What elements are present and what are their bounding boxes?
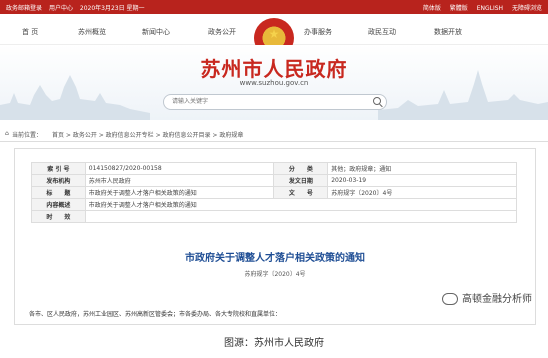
nav-public-affairs[interactable]: 政务公开 [208,27,236,37]
summary-value: 市政府关于调整人才落户相关政策的通知 [84,198,518,211]
table-row: 内容概述 市政府关于调整人才落户相关政策的通知 [31,198,518,211]
nav-services[interactable]: 办事服务 [304,27,332,37]
mail-login-link[interactable]: 政务邮箱登录 [6,5,42,12]
header-banner: 苏州市人民政府 www.suzhou.gov.cn [0,45,548,120]
metadata-table: 索 引 号 014150827/2020-00158 分 类 其他；政府规章；通… [31,162,518,223]
title-key: 标 题 [31,186,86,199]
document-number: 苏府规字〔2020〕4号 [244,271,306,278]
title-value: 市政府关于调整人才落户相关政策的通知 [84,186,275,199]
divider [0,141,548,142]
nav-overview[interactable]: 苏州概览 [78,27,106,37]
issuer-value: 苏州市人民政府 [84,174,275,187]
search-box [163,94,387,110]
validity-key: 时 效 [31,210,86,223]
search-input[interactable] [172,96,362,107]
nav-interaction[interactable]: 政民互动 [368,27,396,37]
user-center-link[interactable]: 用户中心 [49,5,73,12]
docno-key: 文 号 [273,186,329,199]
category-value: 其他；政府规章；通知 [327,162,517,175]
home-icon: ⌂ [5,130,9,137]
table-row: 发布机构 苏州市人民政府 发文日期 2020-03-19 [31,174,517,187]
watermark-text: 高顿金融分析师 [462,294,532,305]
image-caption: 图源：苏州市人民政府 [224,338,324,349]
traditional-link[interactable]: 繁體版 [450,5,468,12]
wechat-icon [442,293,458,305]
index-key: 索 引 号 [31,162,86,175]
docno-value: 苏府规字〔2020〕4号 [327,186,517,199]
date-text: 2020年3月23日 星期一 [79,5,145,12]
table-row: 时 效 [31,210,518,223]
nav-open-data[interactable]: 数据开放 [434,27,462,37]
validity-value [84,210,518,223]
date-value: 2020-03-19 [327,174,517,187]
table-row: 索 引 号 014150827/2020-00158 分 类 其他；政府规章；通… [31,162,517,175]
breadcrumb-label: 当前位置： [12,132,43,139]
nav-home[interactable]: 首 页 [22,27,38,37]
table-row: 标 题 市政府关于调整人才落户相关政策的通知 文 号 苏府规字〔2020〕4号 [31,186,517,199]
category-key: 分 类 [273,162,329,175]
breadcrumb-path[interactable]: 首页 > 政务公开 > 政府信息公开专栏 > 政府信息公开目录 > 政府规章 [52,130,243,139]
main-nav: 首 页 苏州概览 新闻中心 政务公开 办事服务 政民互动 数据开放 ★ [0,14,548,58]
simplified-link[interactable]: 简体版 [423,5,441,12]
index-value: 014150827/2020-00158 [84,162,275,175]
date-key: 发文日期 [273,174,329,187]
document-body: 各市、区人民政府，苏州工业园区、苏州高新区管委会；市各委办局、各大专院校和直属单… [29,311,282,318]
issuer-key: 发布机构 [31,174,86,187]
english-link[interactable]: ENGLISH [477,5,503,12]
nav-news[interactable]: 新闻中心 [142,27,170,37]
site-url: www.suzhou.gov.cn [239,79,309,87]
watermark: 高顿金融分析师 [442,290,532,305]
search-icon[interactable] [373,97,381,105]
site-title: 苏州市人民政府 [200,57,348,81]
breadcrumb: ⌂ 当前位置： 首页 > 政务公开 > 政府信息公开专栏 > 政府信息公开目录 … [0,128,548,140]
document-title: 市政府关于调整人才落户相关政策的通知 [185,253,365,264]
top-bar: 政务邮箱登录 用户中心 2020年3月23日 星期一 简体版 繁體版 ENGLI… [0,0,548,14]
summary-key: 内容概述 [31,198,86,211]
accessibility-link[interactable]: 无障碍浏览 [512,5,542,12]
